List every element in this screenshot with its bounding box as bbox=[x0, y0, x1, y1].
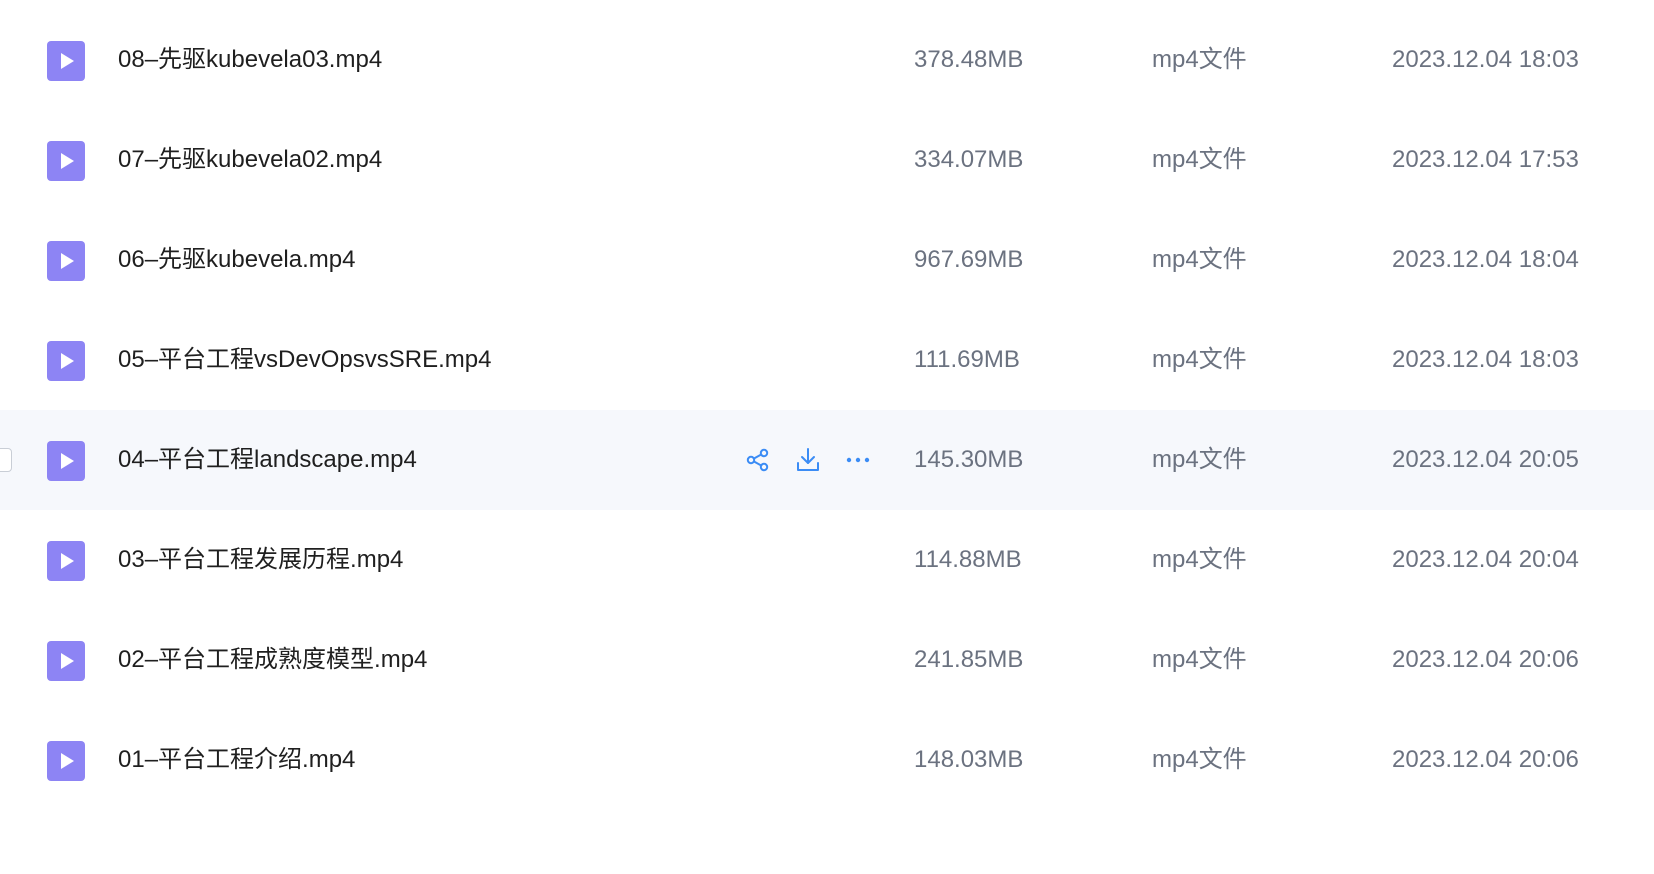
video-file-icon bbox=[47, 641, 85, 681]
file-name[interactable]: 03–平台工程发展历程.mp4 bbox=[118, 510, 403, 610]
file-name[interactable]: 01–平台工程介绍.mp4 bbox=[118, 710, 355, 810]
file-date: 2023.12.04 20:05 bbox=[1392, 446, 1579, 473]
file-name[interactable]: 04–平台工程landscape.mp4 bbox=[118, 410, 417, 510]
file-row[interactable]: 01–平台工程介绍.mp4 148.03MB mp4文件 2023.12.04 … bbox=[0, 710, 1654, 810]
file-size: 334.07MB bbox=[914, 146, 1024, 173]
file-size: 241.85MB bbox=[914, 646, 1024, 673]
file-date: 2023.12.04 17:53 bbox=[1392, 146, 1579, 173]
file-row[interactable]: 07–先驱kubevela02.mp4 334.07MB mp4文件 2023.… bbox=[0, 110, 1654, 210]
row-actions bbox=[740, 442, 890, 478]
file-size: 378.48MB bbox=[914, 46, 1024, 73]
file-date: 2023.12.04 20:06 bbox=[1392, 746, 1579, 773]
file-date: 2023.12.04 20:04 bbox=[1392, 546, 1579, 573]
file-type: mp4文件 bbox=[1152, 546, 1247, 573]
video-file-icon bbox=[47, 141, 85, 181]
row-checkbox[interactable] bbox=[0, 448, 12, 472]
file-row[interactable]: 08–先驱kubevela03.mp4 378.48MB mp4文件 2023.… bbox=[0, 10, 1654, 110]
file-size: 111.69MB bbox=[914, 346, 1020, 373]
file-name[interactable]: 08–先驱kubevela03.mp4 bbox=[118, 10, 382, 110]
file-type: mp4文件 bbox=[1152, 646, 1247, 673]
video-file-icon bbox=[47, 741, 85, 781]
file-date: 2023.12.04 18:03 bbox=[1392, 46, 1579, 73]
video-file-icon bbox=[47, 341, 85, 381]
video-file-icon bbox=[47, 441, 85, 481]
file-size: 145.30MB bbox=[914, 446, 1024, 473]
file-type: mp4文件 bbox=[1152, 246, 1247, 273]
file-row-hovered[interactable]: 04–平台工程landscape.mp4 145.30MB mp4文件 2023… bbox=[0, 410, 1654, 510]
file-row[interactable]: 03–平台工程发展历程.mp4 114.88MB mp4文件 2023.12.0… bbox=[0, 510, 1654, 610]
file-size: 114.88MB bbox=[914, 546, 1022, 573]
file-type: mp4文件 bbox=[1152, 446, 1247, 473]
download-icon[interactable] bbox=[790, 442, 826, 478]
file-name[interactable]: 07–先驱kubevela02.mp4 bbox=[118, 110, 382, 210]
file-row[interactable]: 06–先驱kubevela.mp4 967.69MB mp4文件 2023.12… bbox=[0, 210, 1654, 310]
file-type: mp4文件 bbox=[1152, 146, 1247, 173]
file-row[interactable]: 02–平台工程成熟度模型.mp4 241.85MB mp4文件 2023.12.… bbox=[0, 610, 1654, 710]
file-size: 967.69MB bbox=[914, 246, 1024, 273]
file-date: 2023.12.04 20:06 bbox=[1392, 646, 1579, 673]
file-type: mp4文件 bbox=[1152, 346, 1247, 373]
share-icon[interactable] bbox=[740, 442, 776, 478]
file-date: 2023.12.04 18:03 bbox=[1392, 346, 1579, 373]
video-file-icon bbox=[47, 41, 85, 81]
video-file-icon bbox=[47, 241, 85, 281]
file-name[interactable]: 06–先驱kubevela.mp4 bbox=[118, 210, 355, 310]
file-name[interactable]: 02–平台工程成熟度模型.mp4 bbox=[118, 610, 427, 710]
file-date: 2023.12.04 18:04 bbox=[1392, 246, 1579, 273]
more-icon[interactable] bbox=[840, 442, 876, 478]
file-name[interactable]: 05–平台工程vsDevOpsvsSRE.mp4 bbox=[118, 310, 491, 410]
file-size: 148.03MB bbox=[914, 746, 1024, 773]
file-type: mp4文件 bbox=[1152, 746, 1247, 773]
file-type: mp4文件 bbox=[1152, 46, 1247, 73]
file-row[interactable]: 05–平台工程vsDevOpsvsSRE.mp4 111.69MB mp4文件 … bbox=[0, 310, 1654, 410]
video-file-icon bbox=[47, 541, 85, 581]
file-list: 08–先驱kubevela03.mp4 378.48MB mp4文件 2023.… bbox=[0, 0, 1654, 874]
